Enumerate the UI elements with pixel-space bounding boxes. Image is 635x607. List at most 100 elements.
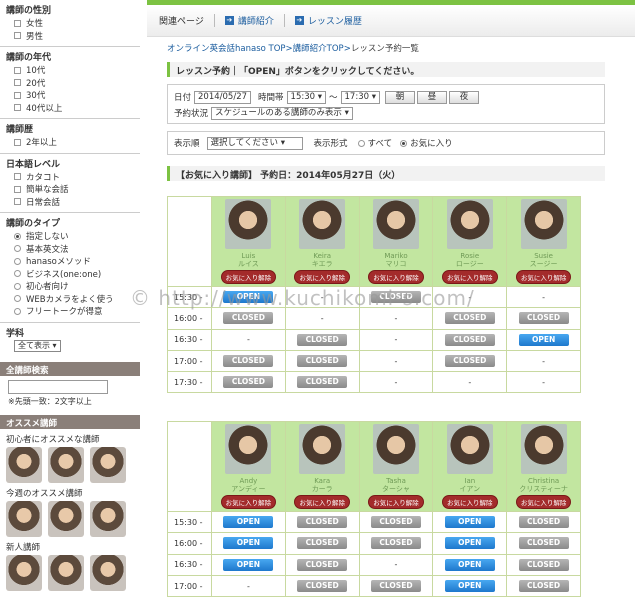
checkbox-icon[interactable] (14, 91, 21, 99)
teacher-name[interactable]: Luis (212, 252, 285, 260)
type-hanaso-radio[interactable]: hanasoメソッド (6, 255, 134, 268)
type-none-radio[interactable]: 指定しない (6, 230, 134, 243)
nav-lesson-history[interactable]: ➔ レッスン履歴 (285, 14, 372, 27)
unfavorite-button[interactable]: お気に入り解除 (368, 270, 424, 284)
open-button[interactable]: OPEN (223, 537, 274, 550)
open-button[interactable]: OPEN (444, 537, 495, 550)
open-button[interactable]: OPEN (223, 558, 274, 571)
radio-icon[interactable] (14, 257, 21, 265)
teacher-photo[interactable] (372, 424, 419, 474)
checkbox-icon[interactable] (14, 138, 21, 146)
teacher-photo[interactable] (6, 500, 42, 537)
type-freetalk-radio[interactable]: フリートークが得意 (6, 305, 134, 318)
radio-selected-icon[interactable] (400, 139, 408, 147)
subject-select[interactable]: 全て表示 ▾ (14, 339, 61, 352)
unfavorite-button[interactable]: お気に入り解除 (220, 270, 277, 284)
teacher-photo[interactable] (225, 199, 272, 249)
checkbox-icon[interactable] (14, 32, 21, 40)
type-webcam-radio[interactable]: WEBカメラをよく使う (6, 293, 134, 306)
teacher-name[interactable]: Mariko (360, 252, 433, 260)
teacher-photo[interactable] (520, 199, 567, 249)
radio-icon[interactable] (14, 295, 21, 303)
unfavorite-button[interactable]: お気に入り解除 (220, 495, 277, 509)
teacher-photo[interactable] (372, 199, 419, 249)
radio-icon[interactable] (357, 139, 365, 147)
checkbox-icon[interactable] (14, 79, 21, 87)
teacher-name[interactable]: Kara (286, 477, 359, 485)
teacher-photo[interactable] (48, 554, 84, 591)
gender-female-checkbox[interactable]: 女性 (6, 17, 134, 30)
age-40s-checkbox[interactable]: 40代以上 (6, 102, 134, 115)
teacher-photo[interactable] (48, 446, 84, 483)
japanese-simple-checkbox[interactable]: 簡単な会話 (6, 183, 134, 196)
teacher-photo[interactable] (520, 424, 567, 474)
radio-icon[interactable] (14, 307, 21, 315)
time-from-select[interactable]: 15:30 ▾ (286, 90, 326, 104)
open-button[interactable]: OPEN (444, 516, 495, 529)
open-button[interactable]: OPEN (223, 516, 274, 529)
teacher-photo[interactable] (6, 554, 42, 591)
age-20s-checkbox[interactable]: 20代 (6, 77, 134, 90)
teacher-name[interactable]: Tasha (360, 477, 433, 485)
radio-icon[interactable] (14, 282, 21, 290)
teacher-name[interactable]: Christina (507, 477, 580, 485)
breadcrumb-top-link[interactable]: オンライン英会話hanaso TOP (167, 44, 286, 54)
checkbox-icon[interactable] (14, 185, 21, 193)
unfavorite-button[interactable]: お気に入り解除 (294, 270, 350, 284)
teacher-name[interactable]: Ian (433, 477, 506, 485)
type-grammar-radio[interactable]: 基本英文法 (6, 243, 134, 256)
teacher-photo[interactable] (446, 199, 493, 249)
type-beginner-radio[interactable]: 初心者向け (6, 280, 134, 293)
time-label: 16:00 - (167, 307, 212, 330)
open-button[interactable]: OPEN (444, 558, 495, 571)
japanese-daily-checkbox[interactable]: 日常会話 (6, 196, 134, 209)
teacher-photo[interactable] (299, 424, 346, 474)
noon-button[interactable]: 昼 (416, 90, 447, 104)
teacher-name[interactable]: Rosie (433, 252, 506, 260)
teacher-name[interactable]: Susie (507, 252, 580, 260)
teacher-photo[interactable] (90, 500, 126, 537)
checkbox-icon[interactable] (14, 19, 21, 27)
teacher-photo[interactable] (446, 424, 493, 474)
unfavorite-button[interactable]: お気に入り解除 (294, 495, 350, 509)
age-10s-checkbox[interactable]: 10代 (6, 64, 134, 77)
nav-teacher-intro[interactable]: ➔ 講師紹介 (215, 14, 285, 27)
unfavorite-button[interactable]: お気に入り解除 (515, 270, 572, 284)
teacher-name[interactable]: Keira (286, 252, 359, 260)
checkbox-icon[interactable] (14, 198, 21, 206)
type-business-radio[interactable]: ビジネス(one:one) (6, 268, 134, 281)
order-select[interactable]: 選択してください ▾ (206, 136, 303, 150)
unfavorite-button[interactable]: お気に入り解除 (515, 495, 572, 509)
teacher-photo[interactable] (299, 199, 346, 249)
unfavorite-button[interactable]: お気に入り解除 (442, 495, 498, 509)
gender-male-checkbox[interactable]: 男性 (6, 30, 134, 43)
teacher-name[interactable]: Andy (212, 477, 285, 485)
teacher-photo[interactable] (6, 446, 42, 483)
date-input[interactable]: 2014/05/27 (194, 90, 252, 104)
morning-button[interactable]: 朝 (384, 90, 415, 104)
age-30s-checkbox[interactable]: 30代 (6, 89, 134, 102)
checkbox-icon[interactable] (14, 173, 21, 181)
unfavorite-button[interactable]: お気に入り解除 (368, 495, 424, 509)
open-button[interactable]: OPEN (444, 580, 495, 593)
japanese-katakoto-checkbox[interactable]: カタコト (6, 171, 134, 184)
checkbox-icon[interactable] (14, 66, 21, 74)
radio-icon[interactable] (14, 270, 21, 278)
slot-cell: CLOSED (284, 553, 360, 576)
teacher-photo[interactable] (90, 554, 126, 591)
breadcrumb-teacher-link[interactable]: 講師紹介TOP (293, 44, 344, 54)
unfavorite-button[interactable]: お気に入り解除 (442, 270, 498, 284)
teacher-photo[interactable] (90, 446, 126, 483)
teacher-photo[interactable] (48, 500, 84, 537)
status-select[interactable]: スケジュールのある講師のみ表示 ▾ (211, 106, 353, 120)
time-to-select[interactable]: 17:30 ▾ (340, 90, 380, 104)
teacher-photo[interactable] (225, 424, 272, 474)
radio-icon[interactable] (14, 245, 21, 253)
open-button[interactable]: OPEN (518, 333, 569, 346)
checkbox-icon[interactable] (14, 104, 21, 112)
teacher-search-input[interactable] (8, 379, 108, 394)
night-button[interactable]: 夜 (448, 90, 479, 104)
weekly-recommend-label: 今週のオススメ講師 (6, 488, 83, 499)
career-2y-checkbox[interactable]: 2年以上 (6, 136, 134, 149)
radio-selected-icon[interactable] (14, 232, 21, 240)
